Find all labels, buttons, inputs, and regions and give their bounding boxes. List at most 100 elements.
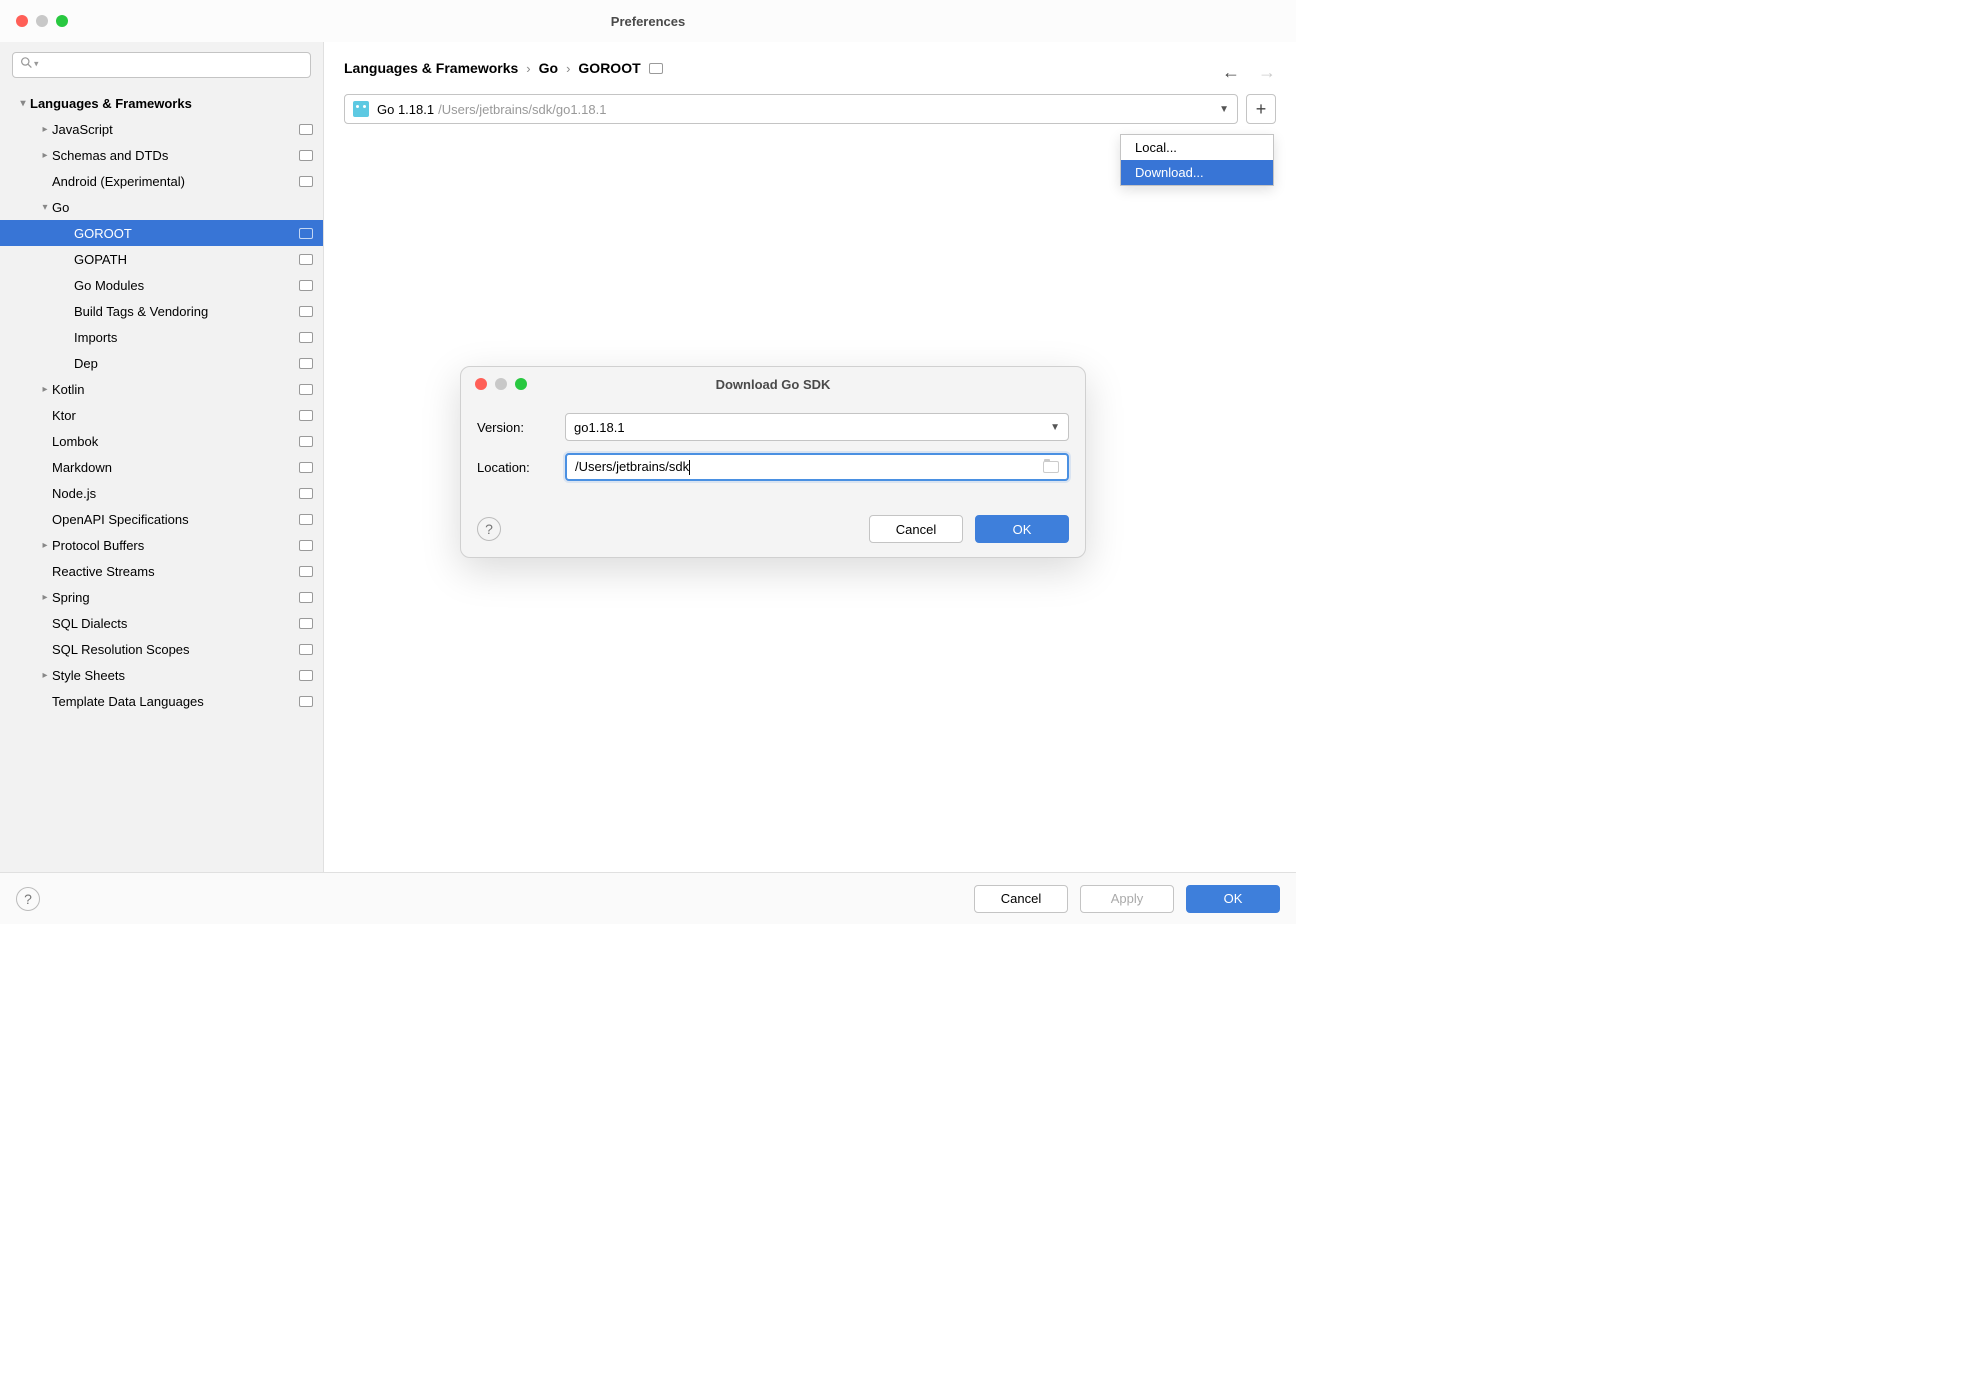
project-scope-icon: [299, 540, 313, 551]
dialog-cancel-button[interactable]: Cancel: [869, 515, 963, 543]
nav-back-icon[interactable]: ←: [1222, 62, 1240, 83]
chevron-right-icon: ▸: [38, 384, 52, 395]
project-scope-icon: [299, 384, 313, 395]
close-icon[interactable]: [475, 378, 487, 390]
sdk-path: /Users/jetbrains/sdk/go1.18.1: [434, 102, 606, 117]
tree-item-label: Style Sheets: [52, 668, 299, 683]
nav-forward-icon: →: [1258, 62, 1276, 83]
tree-item-node-js[interactable]: ▸Node.js: [0, 480, 323, 506]
location-field[interactable]: /Users/jetbrains/sdk: [565, 453, 1069, 481]
tree-item-sql-resolution-scopes[interactable]: ▸SQL Resolution Scopes: [0, 636, 323, 662]
tree-item-label: Protocol Buffers: [52, 538, 299, 553]
project-scope-icon: [299, 566, 313, 577]
tree-item-spring[interactable]: ▸Spring: [0, 584, 323, 610]
tree-item-gopath[interactable]: ▸GOPATH: [0, 246, 323, 272]
maximize-icon[interactable]: [515, 378, 527, 390]
search-input[interactable]: [12, 52, 311, 78]
tree-item-label: Markdown: [52, 460, 299, 475]
project-scope-icon: [299, 306, 313, 317]
menu-item-download[interactable]: Download...: [1121, 160, 1273, 185]
folder-icon[interactable]: [1043, 461, 1059, 473]
chevron-right-icon: ▸: [38, 124, 52, 135]
tree-item-label: JavaScript: [52, 122, 299, 137]
project-scope-icon: [299, 670, 313, 681]
tree-root-languages[interactable]: ▾ Languages & Frameworks: [0, 90, 323, 116]
project-scope-icon: [299, 332, 313, 343]
tree-item-lombok[interactable]: ▸Lombok: [0, 428, 323, 454]
tree-item-label: Android (Experimental): [52, 174, 299, 189]
add-sdk-button[interactable]: +: [1246, 94, 1276, 124]
tree-item-label: Node.js: [52, 486, 299, 501]
tree-item-go[interactable]: ▾Go: [0, 194, 323, 220]
tree-item-dep[interactable]: ▸Dep: [0, 350, 323, 376]
tree-root-label: Languages & Frameworks: [30, 96, 313, 111]
tree-item-schemas-and-dtds[interactable]: ▸Schemas and DTDs: [0, 142, 323, 168]
tree-item-openapi-specifications[interactable]: ▸OpenAPI Specifications: [0, 506, 323, 532]
tree-item-markdown[interactable]: ▸Markdown: [0, 454, 323, 480]
project-scope-icon: [299, 358, 313, 369]
tree-item-label: Build Tags & Vendoring: [74, 304, 299, 319]
goroot-sdk-row: Go 1.18.1 /Users/jetbrains/sdk/go1.18.1 …: [344, 94, 1276, 124]
tree-item-label: Template Data Languages: [52, 694, 299, 709]
minimize-icon[interactable]: [495, 378, 507, 390]
add-sdk-menu: Local... Download...: [1120, 134, 1274, 186]
tree-item-label: Schemas and DTDs: [52, 148, 299, 163]
project-scope-icon: [299, 176, 313, 187]
tree-item-android-experimental-[interactable]: ▸Android (Experimental): [0, 168, 323, 194]
breadcrumb: Languages & Frameworks › Go › GOROOT: [344, 60, 1276, 76]
breadcrumb-go[interactable]: Go: [539, 60, 558, 76]
tree-item-go-modules[interactable]: ▸Go Modules: [0, 272, 323, 298]
menu-item-local[interactable]: Local...: [1121, 135, 1273, 160]
version-label: Version:: [477, 420, 565, 435]
tree-item-label: Go Modules: [74, 278, 299, 293]
help-icon[interactable]: ?: [477, 517, 501, 541]
tree-item-ktor[interactable]: ▸Ktor: [0, 402, 323, 428]
breadcrumb-root[interactable]: Languages & Frameworks: [344, 60, 518, 76]
dialog-header: Download Go SDK: [461, 367, 1085, 401]
search-dropdown-icon[interactable]: ▾: [34, 59, 39, 70]
tree-item-sql-dialects[interactable]: ▸SQL Dialects: [0, 610, 323, 636]
breadcrumb-goroot: GOROOT: [578, 60, 640, 76]
tree-item-style-sheets[interactable]: ▸Style Sheets: [0, 662, 323, 688]
tree-item-label: Dep: [74, 356, 299, 371]
chevron-down-icon: ▼: [1050, 422, 1060, 433]
close-icon[interactable]: [16, 15, 28, 27]
project-scope-icon: [299, 410, 313, 421]
bottom-bar: ? Cancel Apply OK: [0, 872, 1296, 924]
tree-item-reactive-streams[interactable]: ▸Reactive Streams: [0, 558, 323, 584]
apply-button: Apply: [1080, 885, 1174, 913]
help-icon[interactable]: ?: [16, 887, 40, 911]
project-scope-icon: [299, 150, 313, 161]
project-scope-icon: [299, 592, 313, 603]
tree-item-label: OpenAPI Specifications: [52, 512, 299, 527]
project-scope-icon: [299, 124, 313, 135]
chevron-right-icon: ▸: [38, 592, 52, 603]
chevron-right-icon: ▸: [38, 150, 52, 161]
project-scope-icon: [299, 280, 313, 291]
tree-item-javascript[interactable]: ▸JavaScript: [0, 116, 323, 142]
tree-item-label: Spring: [52, 590, 299, 605]
location-value: /Users/jetbrains/sdk: [575, 459, 690, 475]
tree-item-kotlin[interactable]: ▸Kotlin: [0, 376, 323, 402]
chevron-down-icon: ▾: [38, 202, 52, 213]
traffic-lights: [0, 15, 68, 27]
goroot-sdk-dropdown[interactable]: Go 1.18.1 /Users/jetbrains/sdk/go1.18.1 …: [344, 94, 1238, 124]
ok-button[interactable]: OK: [1186, 885, 1280, 913]
maximize-icon[interactable]: [56, 15, 68, 27]
tree-item-template-data-languages[interactable]: ▸Template Data Languages: [0, 688, 323, 714]
project-scope-icon: [299, 436, 313, 447]
cancel-button[interactable]: Cancel: [974, 885, 1068, 913]
tree-item-goroot[interactable]: ▸GOROOT: [0, 220, 323, 246]
tree-item-label: Go: [52, 200, 313, 215]
sdk-name: Go 1.18.1: [377, 102, 434, 117]
tree-item-build-tags-vendoring[interactable]: ▸Build Tags & Vendoring: [0, 298, 323, 324]
minimize-icon[interactable]: [36, 15, 48, 27]
tree-item-label: GOPATH: [74, 252, 299, 267]
titlebar: Preferences: [0, 0, 1296, 42]
project-scope-icon: [299, 228, 313, 239]
version-dropdown[interactable]: go1.18.1 ▼: [565, 413, 1069, 441]
search-icon: [20, 56, 33, 69]
tree-item-imports[interactable]: ▸Imports: [0, 324, 323, 350]
dialog-ok-button[interactable]: OK: [975, 515, 1069, 543]
tree-item-protocol-buffers[interactable]: ▸Protocol Buffers: [0, 532, 323, 558]
